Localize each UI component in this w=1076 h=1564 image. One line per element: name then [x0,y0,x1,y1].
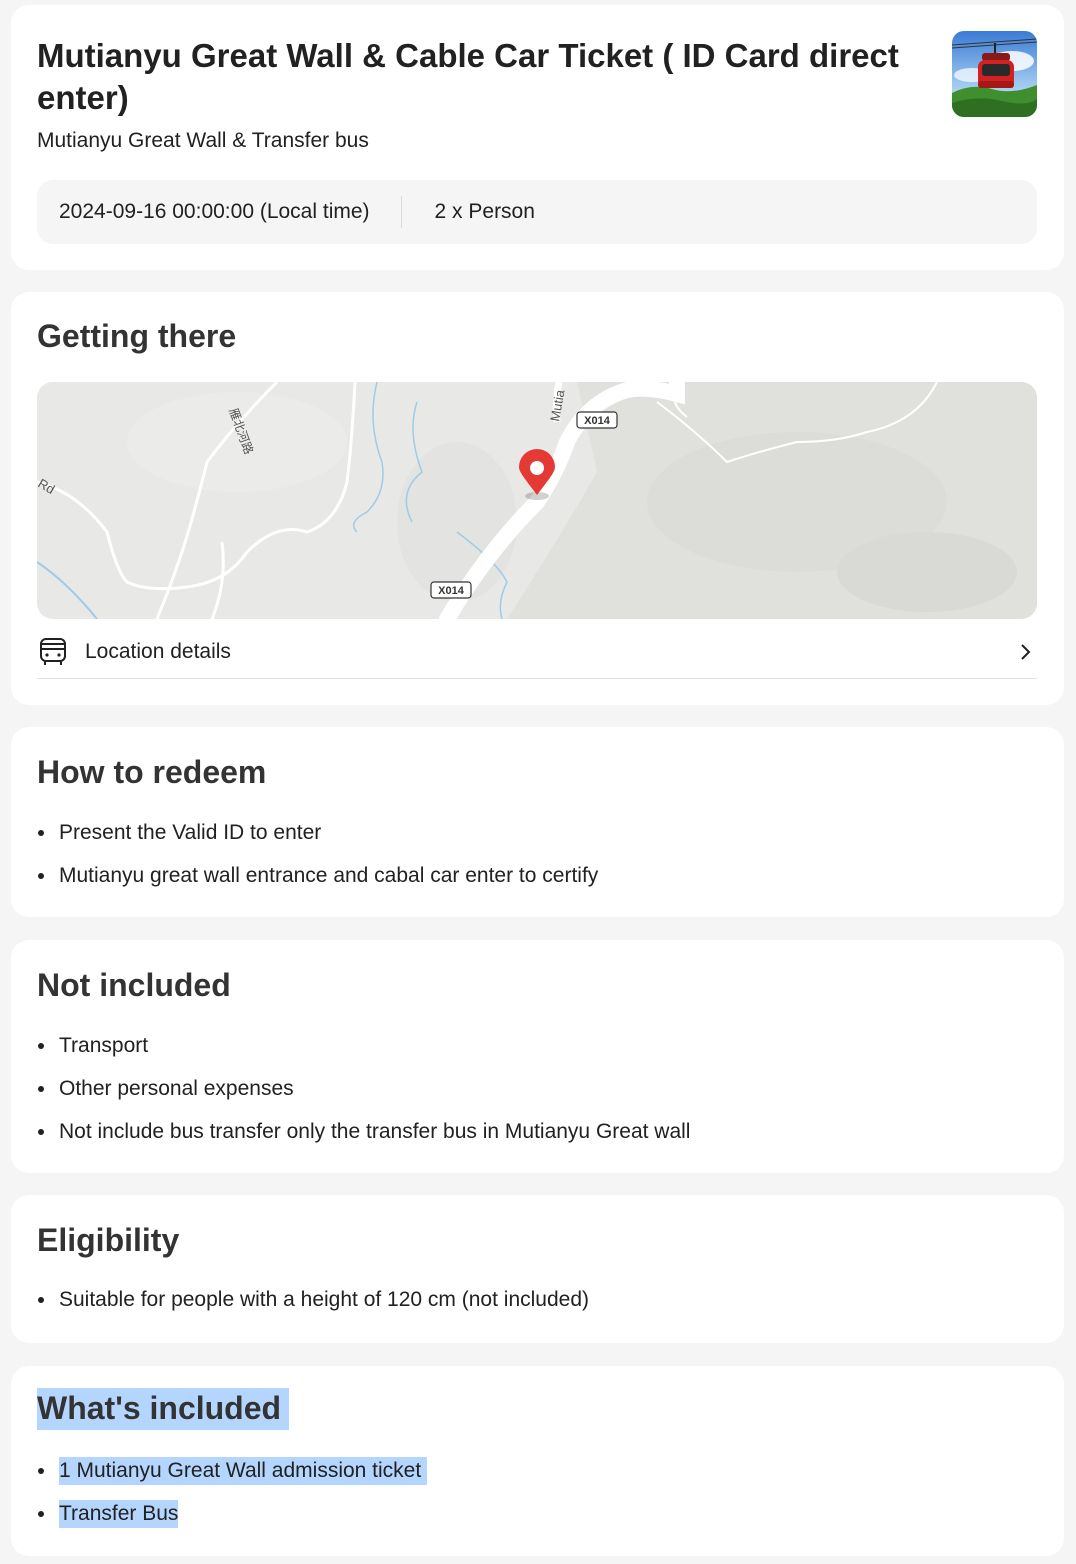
list-item: Mutianyu great wall entrance and cabal c… [37,863,598,906]
product-header-card: Mutianyu Great Wall & Cable Car Ticket (… [11,5,1064,270]
location-map[interactable]: Mutia X014 Rd X014 雁北河路 [37,382,1037,619]
location-details-row[interactable]: Location details [37,626,1037,679]
list-item: Present the Valid ID to enter [37,820,598,863]
eligibility-list: Suitable for people with a height of 120… [37,1287,589,1330]
chevron-right-icon [1021,644,1031,660]
booking-info-bar: 2024-09-16 00:00:00 (Local time) 2 x Per… [37,180,1037,244]
getting-there-card: Getting there Mutia X014 Rd X014 雁北河路 Lo… [11,292,1064,705]
booking-date: 2024-09-16 00:00:00 (Local time) [59,200,370,223]
whats-included-list: 1 Mutianyu Great Wall admission ticket T… [37,1457,428,1544]
not-included-title: Not included [37,967,231,1003]
list-item: Transport [37,1033,690,1076]
product-thumbnail[interactable] [952,31,1037,117]
info-divider [400,196,402,228]
product-title: Mutianyu Great Wall & Cable Car Ticket (… [37,37,899,116]
product-subtitle: Mutianyu Great Wall & Transfer bus [37,129,369,152]
how-to-redeem-card: How to redeem Present the Valid ID to en… [11,727,1064,917]
getting-there-title: Getting there [37,318,237,354]
map-label-x014-bottom: X014 [438,585,465,597]
list-item: Not include bus transfer only the transf… [37,1119,690,1162]
booking-quantity: 2 x Person [434,200,535,223]
eligibility-title: Eligibility [37,1222,180,1258]
list-item: Other personal expenses [37,1076,690,1119]
how-to-redeem-title: How to redeem [37,754,267,790]
redeem-list: Present the Valid ID to enter Mutianyu g… [37,820,598,906]
bus-icon [40,638,66,665]
list-item: 1 Mutianyu Great Wall admission ticket [37,1457,428,1501]
list-item: Transfer Bus [37,1500,427,1544]
list-item: Suitable for people with a height of 120… [37,1287,589,1330]
whats-included-title: What's included [37,1388,290,1430]
whats-included-card: What's included 1 Mutianyu Great Wall ad… [11,1366,1064,1556]
map-label-x014-top: X014 [584,415,611,427]
location-details-label: Location details [85,640,231,663]
eligibility-card: Eligibility Suitable for people with a h… [11,1195,1064,1343]
not-included-card: Not included Transport Other personal ex… [11,940,1064,1173]
not-included-list: Transport Other personal expenses Not in… [37,1033,690,1162]
